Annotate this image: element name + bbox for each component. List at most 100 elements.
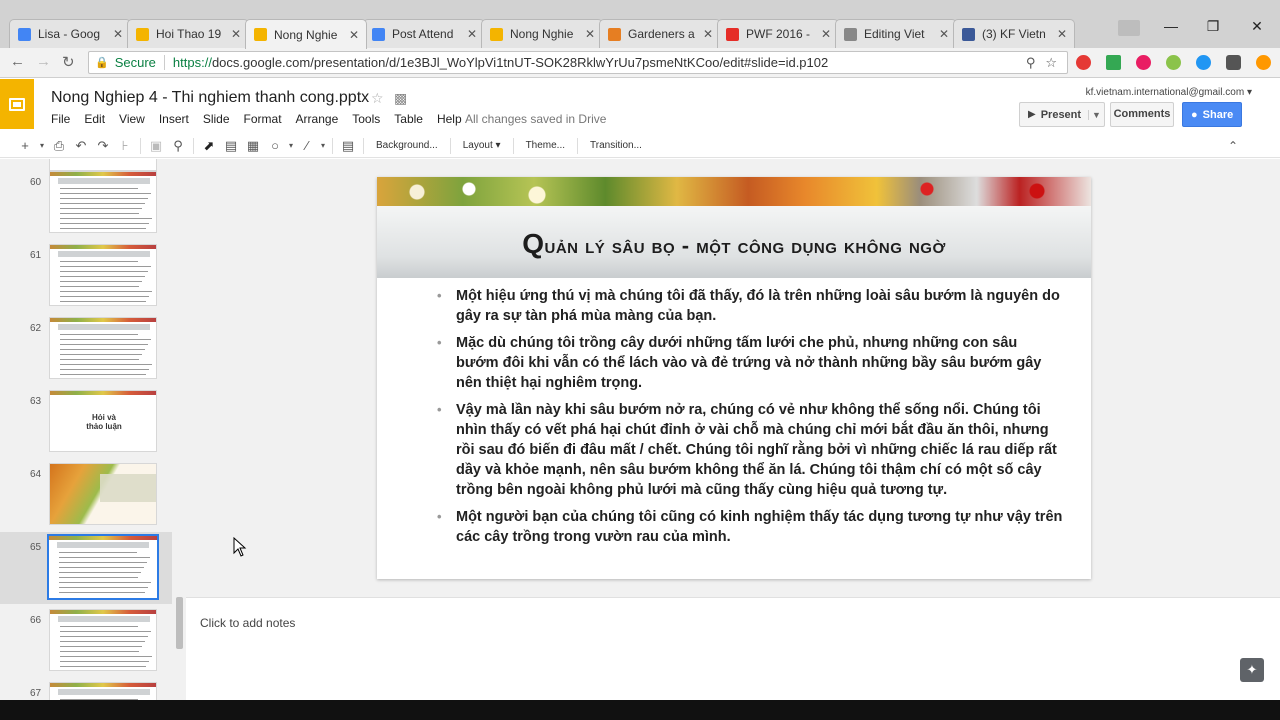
menu-item-tools[interactable]: Tools [352, 112, 380, 126]
extension-icon[interactable] [1136, 55, 1151, 70]
new-slide-icon[interactable]: + [14, 138, 36, 153]
chevron-down-icon[interactable]: ▾ [286, 141, 296, 150]
slide-thumbnail-row[interactable]: 62 [0, 313, 172, 385]
close-tab-icon[interactable]: ✕ [112, 27, 124, 41]
slide-body[interactable]: Một hiệu ứng thú vị mà chúng tôi đã thấy… [437, 286, 1063, 554]
slide-thumbnail-row[interactable]: 64 [0, 459, 172, 531]
browser-tab[interactable]: Lisa - Goog ✕ [9, 19, 131, 48]
close-tab-icon[interactable]: ✕ [584, 27, 596, 41]
document-title[interactable]: Nong Nghiep 4 - Thi nghiem thanh cong.pp… [51, 89, 369, 107]
present-button[interactable]: ▶ Present ▼ [1019, 102, 1105, 127]
slide-thumbnail-row[interactable]: 63 Hỏi và thảo luận [0, 386, 172, 458]
image-icon[interactable]: ▦ [242, 138, 264, 154]
close-tab-icon[interactable]: ✕ [702, 27, 714, 41]
folder-icon[interactable]: ▩ [394, 90, 407, 107]
browser-tab[interactable]: Editing Viet ✕ [835, 19, 957, 48]
browser-tab[interactable]: Hoi Thao 19 ✕ [127, 19, 249, 48]
slides-logo-icon[interactable] [0, 79, 34, 129]
maximize-icon[interactable]: ❐ [1198, 18, 1228, 35]
extension-icon[interactable] [1256, 55, 1271, 70]
theme-button[interactable]: Theme... [526, 140, 565, 151]
redo-icon[interactable]: ↷ [92, 138, 114, 154]
menu-item-table[interactable]: Table [394, 112, 423, 126]
close-tab-icon[interactable]: ✕ [348, 28, 360, 42]
back-icon[interactable]: ← [10, 53, 25, 70]
zoom-icon[interactable]: ⚲ [1026, 55, 1036, 71]
paint-format-icon[interactable]: ⊦ [114, 138, 136, 154]
extension-icon[interactable] [1196, 55, 1211, 70]
close-tab-icon[interactable]: ✕ [230, 27, 242, 41]
menu-item-edit[interactable]: Edit [84, 112, 105, 126]
reload-icon[interactable]: ↻ [62, 53, 75, 71]
slide-thumbnail-row[interactable]: 67 [0, 678, 172, 700]
slide-thumbnail[interactable] [49, 609, 157, 671]
menu-item-file[interactable]: File [51, 112, 70, 126]
slide-thumbnail[interactable] [49, 244, 157, 306]
slide-thumbnail[interactable] [49, 682, 157, 700]
slide-thumbnail-row[interactable]: 66 [0, 605, 172, 677]
slide-thumbnail-row[interactable]: 61 [0, 240, 172, 312]
slide-title[interactable]: Quản lý sâu bọ - một công dụng không ngờ [377, 228, 1091, 260]
comments-button[interactable]: Comments [1110, 102, 1174, 127]
extension-icon[interactable] [1166, 55, 1181, 70]
slide-thumbnail[interactable] [49, 463, 157, 525]
chevron-down-icon[interactable]: ▾ [36, 141, 48, 150]
browser-tab[interactable]: Nong Nghie ✕ [245, 19, 367, 49]
close-window-icon[interactable]: ✕ [1242, 18, 1272, 35]
browser-tab[interactable]: PWF 2016 - ✕ [717, 19, 839, 48]
slide-thumbnail[interactable] [49, 171, 157, 233]
close-tab-icon[interactable]: ✕ [938, 27, 950, 41]
browser-tab[interactable]: Gardeners a ✕ [599, 19, 721, 48]
slide-thumbnail-row[interactable]: 65 [0, 532, 172, 604]
star-icon[interactable]: ☆ [371, 90, 384, 107]
select-arrow-icon[interactable]: ⬈ [198, 138, 220, 154]
notes-placeholder[interactable]: Click to add notes [200, 616, 295, 630]
opera-extension-icon[interactable] [1076, 55, 1091, 70]
close-tab-icon[interactable]: ✕ [820, 27, 832, 41]
explore-icon[interactable]: ✦ [1240, 658, 1264, 682]
url-input[interactable]: 🔒 Secure https://docs.google.com/present… [88, 51, 1068, 74]
new-tab-button[interactable] [1118, 20, 1140, 36]
menu-item-insert[interactable]: Insert [159, 112, 189, 126]
layout-button[interactable]: Layout ▾ [463, 140, 501, 151]
close-tab-icon[interactable]: ✕ [1056, 27, 1068, 41]
forward-icon[interactable]: → [36, 53, 51, 70]
current-slide[interactable]: Quản lý sâu bọ - một công dụng không ngờ… [377, 177, 1091, 579]
transition-button[interactable]: Transition... [590, 140, 642, 151]
bookmark-star-icon[interactable]: ☆ [1045, 55, 1057, 71]
undo-icon[interactable]: ↶ [70, 138, 92, 154]
slide-thumbnail-row[interactable]: 60 [0, 167, 172, 239]
browser-tab[interactable]: Nong Nghie ✕ [481, 19, 603, 48]
browser-tab[interactable]: (3) KF Vietn ✕ [953, 19, 1075, 48]
menu-item-format[interactable]: Format [244, 112, 282, 126]
speaker-notes[interactable]: Click to add notes ✦ [186, 603, 1280, 700]
minimize-icon[interactable]: — [1156, 18, 1186, 34]
slide-thumbnail[interactable]: Hỏi và thảo luận [49, 390, 157, 452]
close-tab-icon[interactable]: ✕ [466, 27, 478, 41]
slide-filmstrip: 60 61 62 63 Hỏi và thảo luận 64 65 66 67 [0, 159, 186, 700]
menu-item-view[interactable]: View [119, 112, 145, 126]
fit-icon[interactable]: ▣ [145, 138, 167, 154]
menu-item-arrange[interactable]: Arrange [296, 112, 339, 126]
background-button[interactable]: Background... [376, 140, 438, 151]
print-icon[interactable]: ⎙ [48, 138, 70, 154]
text-box-icon[interactable]: ▤ [220, 138, 242, 154]
drive-extension-icon[interactable] [1106, 55, 1121, 70]
slide-thumbnail[interactable] [47, 534, 159, 600]
extension-icon[interactable] [1226, 55, 1241, 70]
comment-icon[interactable]: ▤ [337, 138, 359, 154]
account-email[interactable]: kf.vietnam.international@gmail.com ▾ [1086, 87, 1252, 98]
share-button[interactable]: ● Share [1182, 102, 1242, 127]
collapse-toolbar-icon[interactable]: ⌃ [1228, 139, 1238, 153]
menu-item-help[interactable]: Help [437, 112, 462, 126]
chevron-down-icon[interactable]: ▾ [318, 141, 328, 150]
shape-icon[interactable]: ○ [264, 138, 286, 153]
browser-tab[interactable]: Post Attend ✕ [363, 19, 485, 48]
filmstrip-scrollbar[interactable] [176, 597, 183, 649]
slide-thumbnail[interactable] [49, 317, 157, 379]
menu-item-slide[interactable]: Slide [203, 112, 230, 126]
chevron-down-icon[interactable]: ▼ [1088, 109, 1104, 120]
zoom-icon[interactable]: ⚲ [167, 138, 189, 154]
tab-title: Nong Nghie [510, 27, 574, 41]
line-icon[interactable]: ∕ [296, 138, 318, 153]
